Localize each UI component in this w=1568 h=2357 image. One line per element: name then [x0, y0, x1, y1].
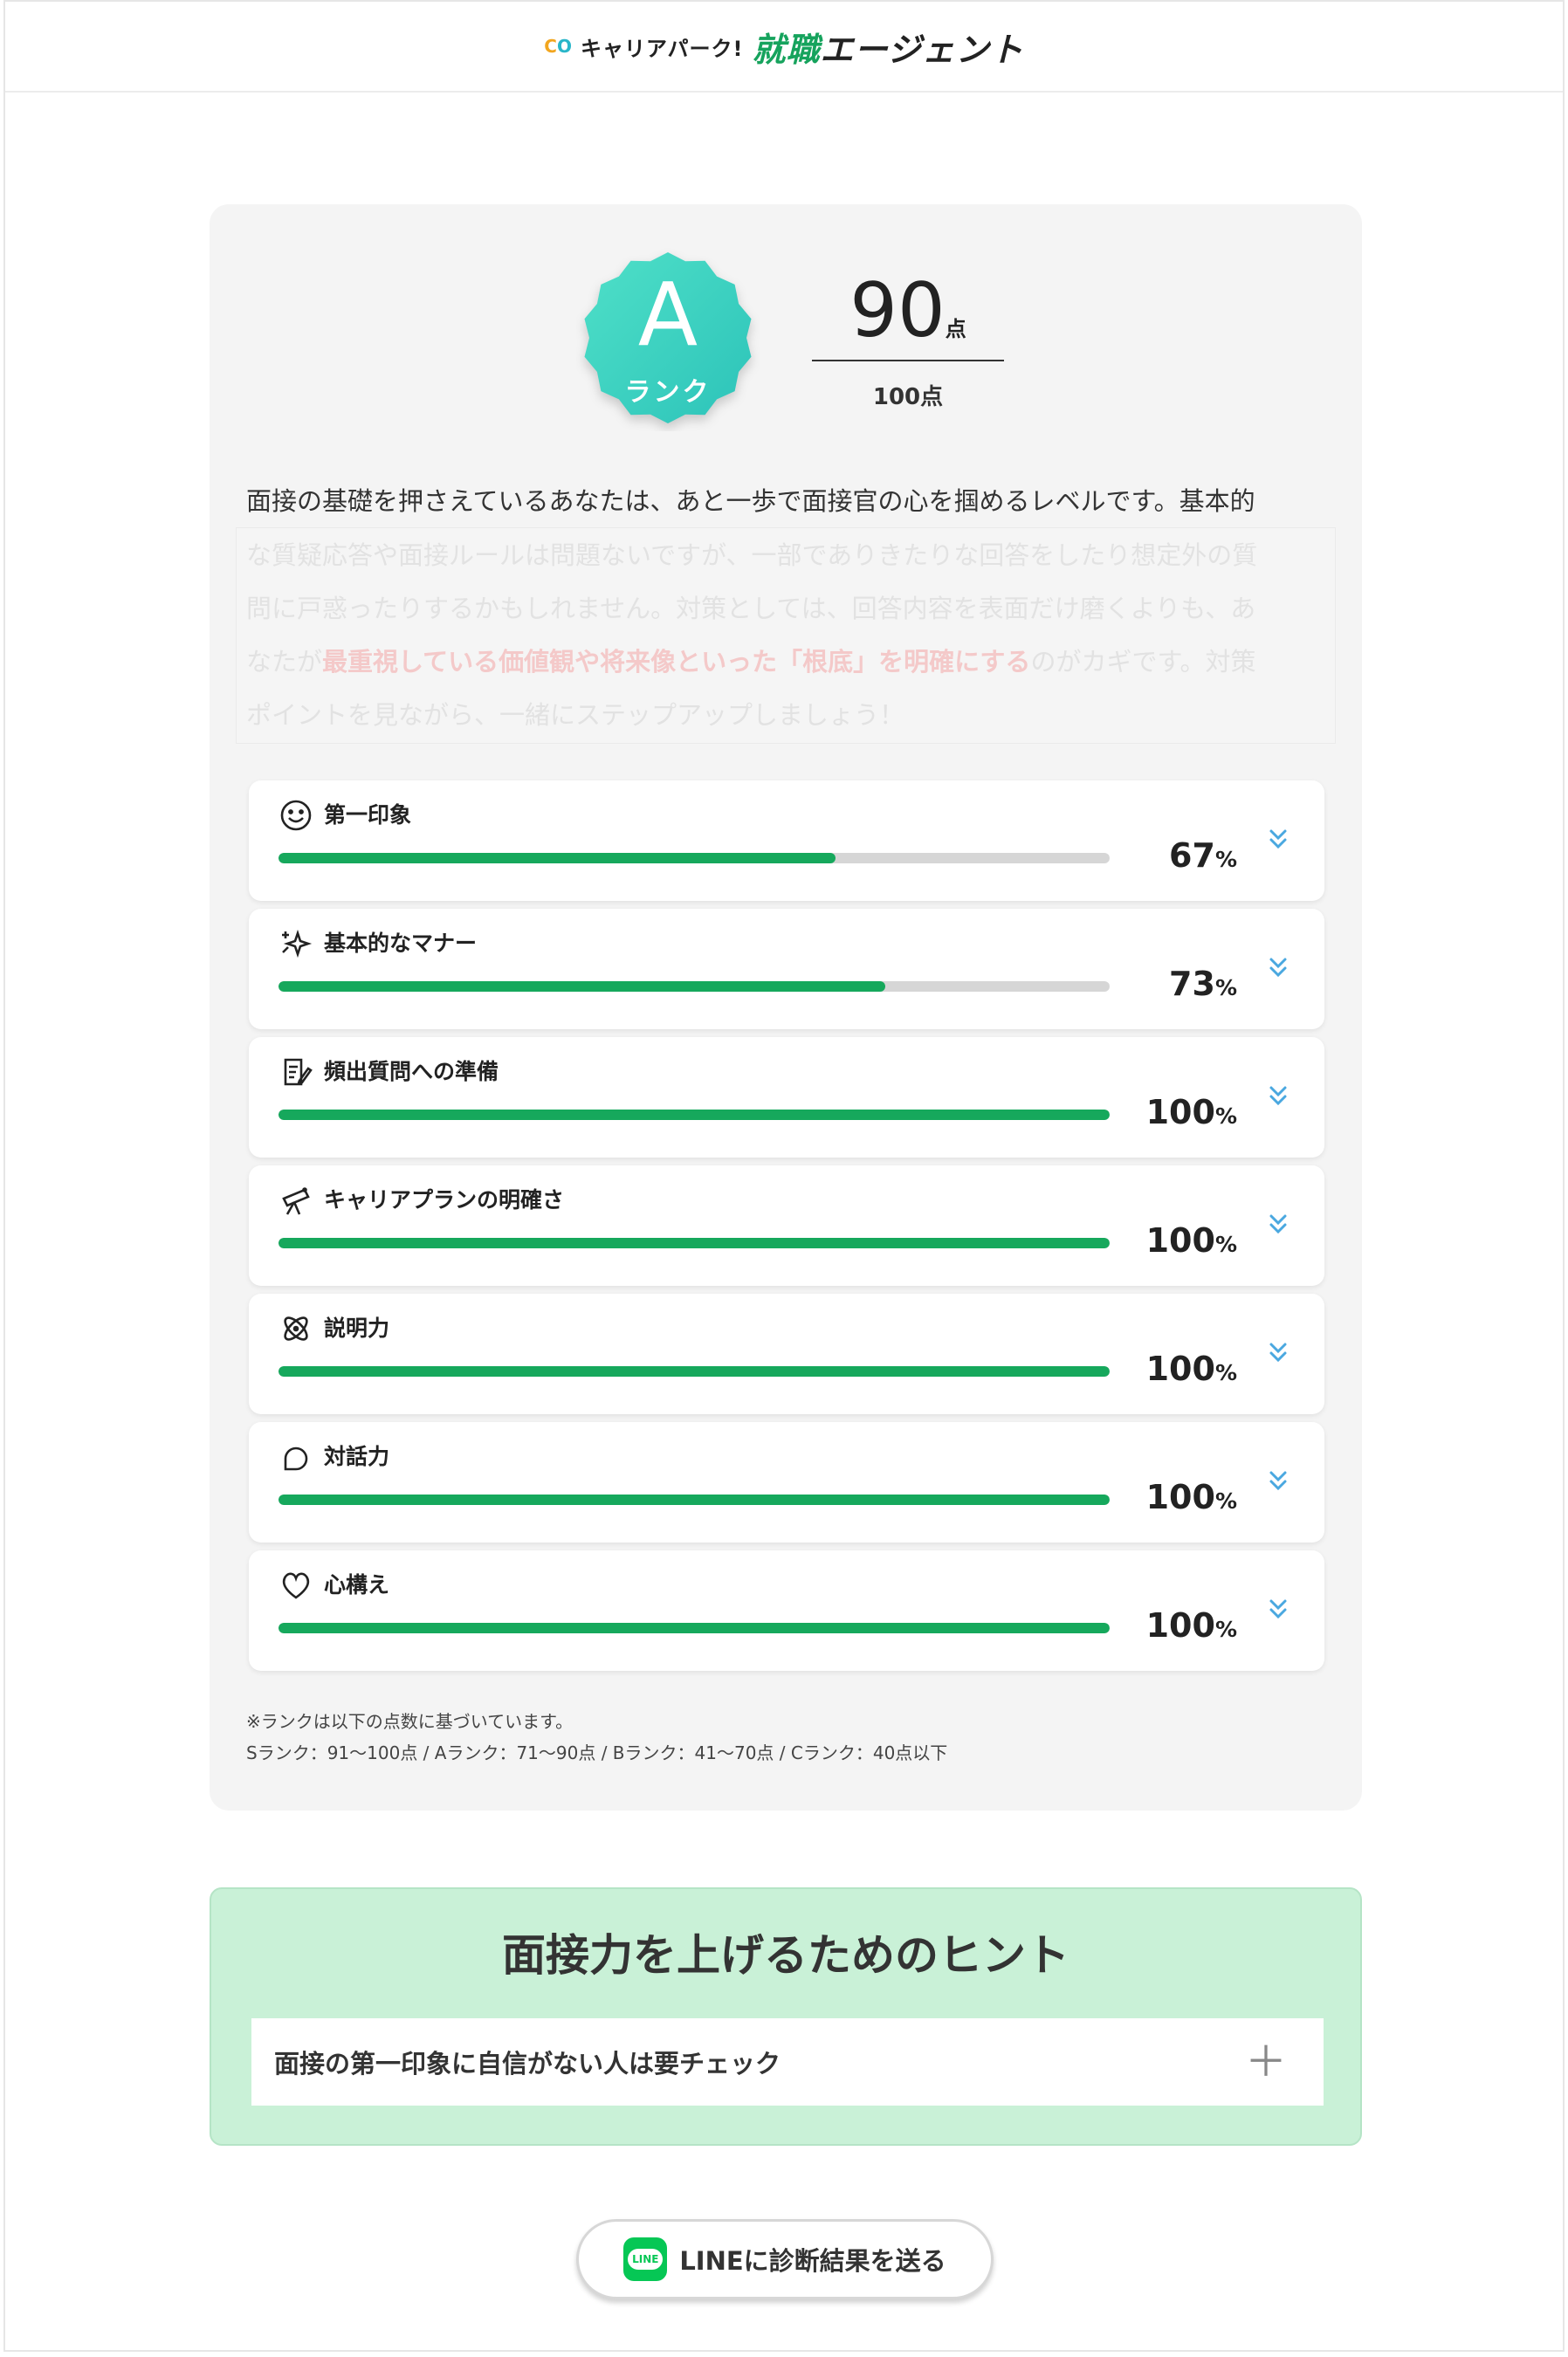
metric-row[interactable]: キャリアプランの明確さ 100%: [249, 1165, 1324, 1286]
speech-bubble-icon: [279, 1440, 313, 1474]
metric-progress-fill: [279, 981, 885, 992]
metric-row[interactable]: 説明力 100%: [249, 1294, 1324, 1414]
metric-label: 基本的なマナー: [324, 931, 478, 956]
chevron-down-icon[interactable]: [1267, 1596, 1289, 1622]
rank-letter: A: [637, 264, 698, 366]
metric-label: 心構え: [324, 1572, 390, 1598]
metric-row[interactable]: 対話力 100%: [249, 1422, 1324, 1543]
metric-progress-track: [279, 981, 1110, 992]
rank-footnote: ※ランクは以下の点数に基づいています。 Sランク：91〜100点 / Aランク：…: [246, 1706, 947, 1769]
line-icon: LINE: [623, 2237, 668, 2281]
chevron-down-icon[interactable]: [1267, 1082, 1289, 1109]
metric-progress-fill: [279, 1623, 1110, 1633]
hints-section: 面接力を上げるためのヒント 面接の第一印象に自信がない人は要チェック ＋: [210, 1887, 1362, 2146]
chevron-down-icon[interactable]: [1267, 1211, 1289, 1237]
score-divider: [812, 360, 1004, 361]
metric-progress-track: [279, 1623, 1110, 1633]
chevron-down-icon[interactable]: [1267, 1467, 1289, 1494]
metric-value: 100%: [1145, 1606, 1237, 1645]
heart-icon: [279, 1568, 313, 1603]
score-row: A ランク 90点 100点: [210, 248, 1362, 440]
metric-progress-fill: [279, 853, 836, 863]
chevron-down-icon[interactable]: [1267, 826, 1289, 852]
logo-mark-icon: CO: [544, 36, 572, 57]
footnote-line: Sランク：91〜100点 / Aランク：71〜90点 / Bランク：41〜70点…: [246, 1742, 948, 1763]
telescope-icon: [279, 1183, 313, 1218]
metric-value: 100%: [1145, 1350, 1237, 1388]
metric-row[interactable]: 頻出質問への準備 100%: [249, 1037, 1324, 1158]
sparkle-icon: [279, 926, 313, 961]
metric-row[interactable]: 心構え 100%: [249, 1550, 1324, 1671]
result-description-faded: な質疑応答や面接ルールは問題ないですが、一部でありきたりな回答をしたり想定外の質…: [246, 540, 1258, 730]
chevron-down-icon[interactable]: [1267, 954, 1289, 980]
note-edit-icon: [279, 1055, 313, 1089]
logo-brand: キャリアパーク!: [580, 36, 744, 61]
metric-progress-fill: [279, 1238, 1110, 1248]
metric-progress-fill: [279, 1366, 1110, 1377]
score-unit: 点: [945, 317, 966, 341]
metric-progress-track: [279, 1495, 1110, 1505]
score-value: 90: [849, 267, 946, 354]
result-description: 面接の基礎を押さえているあなたは、あと一歩で面接官の心を掴めるレベルです。基本的: [246, 486, 1255, 516]
rank-badge: A ランク: [576, 248, 760, 431]
site-header: CO キャリアパーク! 就職エージェント: [5, 2, 1563, 93]
send-to-line-button[interactable]: LINE LINEに診断結果を送る: [576, 2219, 994, 2299]
metric-value: 100%: [1145, 1093, 1237, 1131]
metric-progress-track: [279, 1110, 1110, 1120]
metric-progress-track: [279, 853, 1110, 863]
result-card: A ランク 90点 100点 面接の基礎を押さえているあなたは、あと一歩で面接官…: [210, 204, 1362, 1811]
footnote-line: ※ランクは以下の点数に基づいています。: [246, 1711, 574, 1732]
plus-icon[interactable]: ＋: [1245, 2041, 1287, 2083]
metric-label: 対話力: [324, 1444, 390, 1469]
metric-label: 頻出質問への準備: [324, 1059, 499, 1084]
atom-icon: [279, 1311, 313, 1346]
hint-item-label: 面接の第一印象に自信がない人は要チェック: [274, 2049, 781, 2079]
metric-progress-fill: [279, 1495, 1110, 1505]
metric-row[interactable]: 基本的なマナー 73%: [249, 909, 1324, 1029]
metric-value: 73%: [1169, 965, 1237, 1003]
chevron-down-icon[interactable]: [1267, 1339, 1289, 1365]
metric-progress-track: [279, 1366, 1110, 1377]
metric-progress-track: [279, 1238, 1110, 1248]
rank-label: ランク: [624, 377, 712, 408]
logo-title: 就職エージェント: [752, 30, 1024, 69]
max-score: 100点: [872, 384, 944, 410]
send-to-line-label: LINEに診断結果を送る: [679, 2246, 946, 2276]
site-logo[interactable]: CO キャリアパーク! 就職エージェント: [544, 23, 1023, 71]
metric-value: 67%: [1169, 836, 1237, 875]
page-frame: CO キャリアパーク! 就職エージェント A ランク 90点 100点 面接の基…: [3, 0, 1565, 2352]
metric-label: キャリアプランの明確さ: [324, 1187, 565, 1213]
metrics-list: 第一印象 67% 基本的なマナー 73% 頻出質問への準備 100% キャリアプランの明確さ…: [249, 780, 1324, 1679]
metric-row[interactable]: 第一印象 67%: [249, 780, 1324, 901]
smile-icon: [279, 798, 313, 833]
metric-value: 100%: [1145, 1221, 1237, 1260]
hints-title: 面接力を上げるためのヒント: [502, 1930, 1069, 1981]
metric-label: 説明力: [324, 1316, 390, 1341]
score-box: 90点 100点: [812, 267, 1004, 411]
metric-label: 第一印象: [324, 802, 412, 828]
metric-value: 100%: [1145, 1478, 1237, 1516]
hint-accordion-item[interactable]: 面接の第一印象に自信がない人は要チェック ＋: [251, 2018, 1324, 2106]
metric-progress-fill: [279, 1110, 1110, 1120]
